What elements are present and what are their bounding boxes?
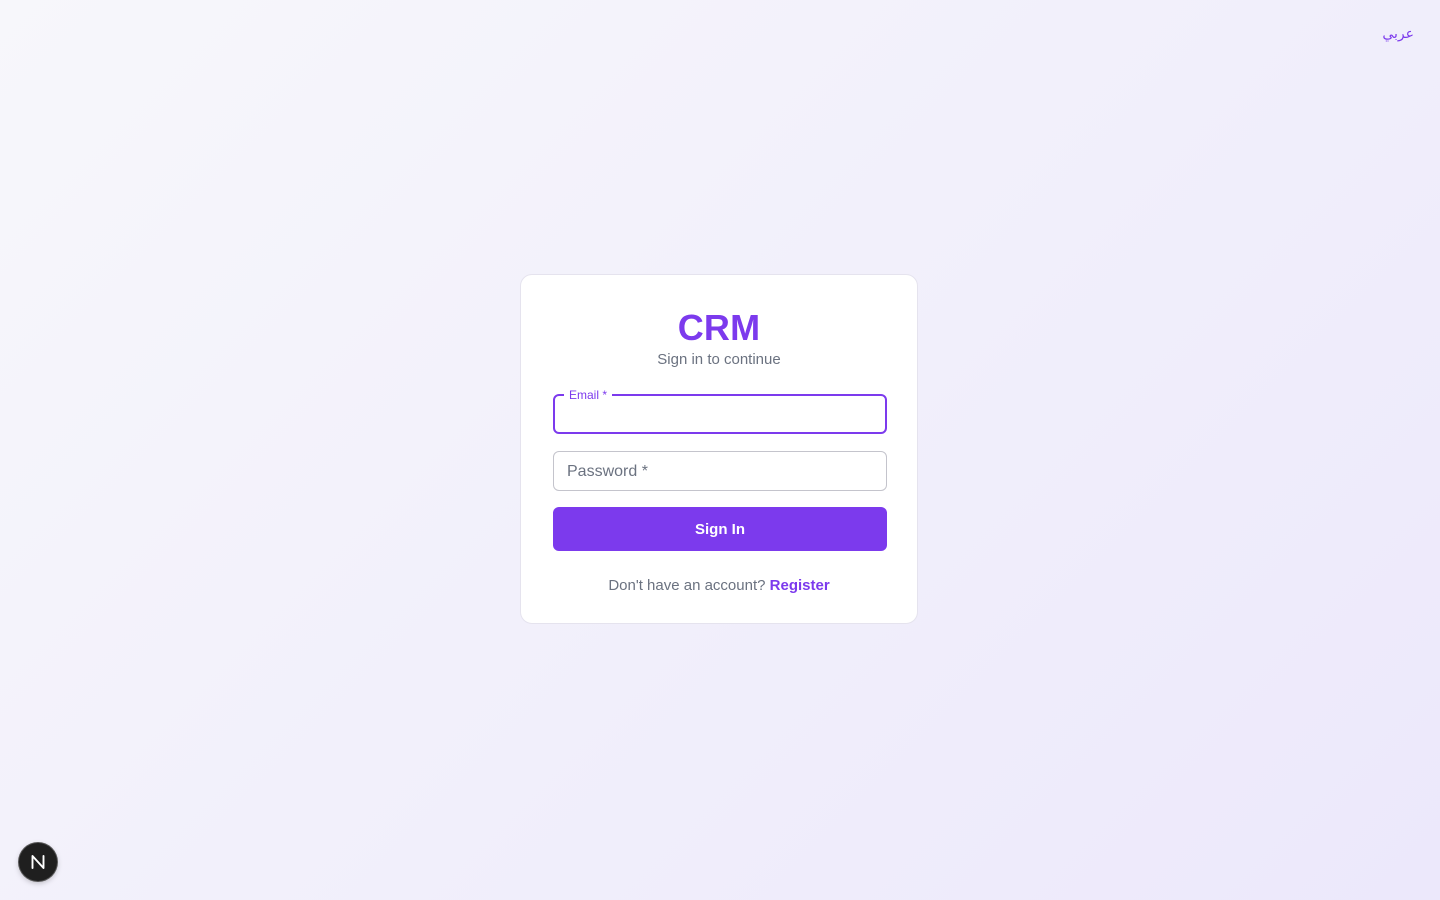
brand-title: CRM — [677, 307, 761, 348]
register-link[interactable]: Register — [770, 577, 830, 594]
password-field: Password * — [553, 451, 887, 491]
sign-in-button[interactable]: Sign In — [553, 507, 887, 551]
language-switch-link[interactable]: عربي — [1382, 26, 1414, 42]
login-subtitle: Sign in to continue — [657, 351, 781, 368]
email-field: Email * — [553, 387, 887, 434]
login-card: CRM Sign in to continue Email * Password… — [520, 274, 918, 624]
nextjs-n-icon[interactable] — [19, 843, 57, 881]
email-input[interactable] — [555, 396, 885, 432]
password-input[interactable] — [554, 452, 886, 490]
register-prompt: Don't have an account? — [608, 577, 766, 594]
n-glyph-icon — [31, 855, 45, 869]
register-row: Don't have an account? Register — [553, 577, 885, 594]
